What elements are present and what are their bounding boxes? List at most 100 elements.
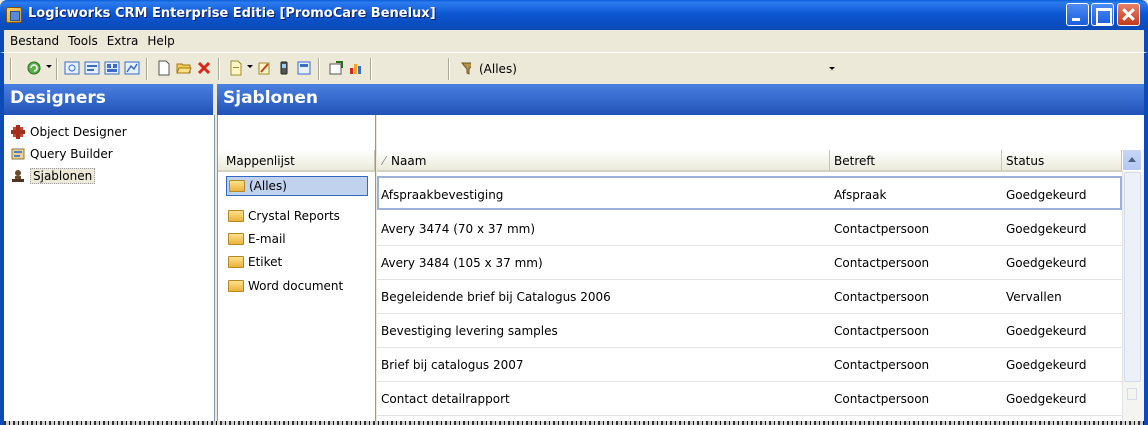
cell-status: Goedgekeurd: [1006, 392, 1087, 406]
chart-icon[interactable]: [348, 60, 364, 76]
designer-item-sjablonen[interactable]: Sjablonen: [10, 167, 96, 185]
folder-icon: [228, 256, 244, 268]
cell-betreft: Contactpersoon: [834, 392, 930, 406]
cell-betreft: Contactpersoon: [834, 358, 930, 372]
scroll-up-arrow-icon[interactable]: [1122, 149, 1142, 171]
table-row[interactable]: Afspraakbevestiging Afspraak Goedgekeurd: [377, 176, 1122, 210]
designers-pane: Object Designer Query Builder Sjablonen: [4, 115, 215, 425]
toolbar-separator: [370, 58, 372, 80]
cell-naam: Afspraakbevestiging: [381, 188, 504, 202]
maximize-button[interactable]: [1091, 3, 1114, 26]
folder-item-label: Word document: [248, 279, 344, 293]
menu-bestand[interactable]: Bestand: [6, 34, 63, 48]
window-frame-right: [1144, 84, 1148, 425]
designer-item-query-builder[interactable]: Query Builder: [10, 145, 113, 163]
toolbar-separator: [56, 58, 58, 80]
calculator-icon[interactable]: [296, 60, 312, 76]
folder-list-header[interactable]: Mappenlijst: [218, 150, 375, 172]
cell-naam: Avery 3474 (70 x 37 mm): [381, 222, 536, 236]
cell-status: Goedgekeurd: [1006, 324, 1087, 338]
filter-select-value: (Alles): [479, 62, 517, 76]
toolbar-separator: [146, 58, 148, 80]
menu-extra[interactable]: Extra: [103, 34, 143, 48]
cell-betreft: Contactpersoon: [834, 256, 930, 270]
designer-item-label: Sjablonen: [30, 168, 96, 184]
cell-naam: Brief bij catalogus 2007: [381, 358, 524, 372]
folder-item-label: (Alles): [249, 179, 287, 193]
sjablonen-header: Sjablonen: [217, 84, 1144, 115]
cell-betreft: Contactpersoon: [834, 290, 930, 304]
stamp-icon: [12, 170, 24, 182]
cell-status: Goedgekeurd: [1006, 188, 1087, 202]
menu-tools[interactable]: Tools: [64, 34, 102, 48]
folder-icon: [229, 180, 245, 192]
cell-naam: Begeleidende brief bij Catalogus 2006: [381, 290, 611, 304]
folder-item-label: Etiket: [248, 255, 283, 269]
folder-item-word-document[interactable]: Word document: [228, 276, 343, 296]
bottom-edge: [4, 421, 1144, 425]
query-builder-icon: [11, 148, 25, 160]
folder-icon: [228, 210, 244, 222]
toolbar-separator: [218, 58, 220, 80]
column-header-label: Naam: [391, 154, 427, 168]
delete-icon[interactable]: [196, 60, 212, 76]
toolbar-separator: [318, 58, 320, 80]
cell-naam: Avery 3484 (105 x 37 mm): [381, 256, 543, 270]
column-header-status[interactable]: Status: [1002, 150, 1122, 172]
designer-item-label: Object Designer: [30, 125, 127, 139]
cell-betreft: Contactpersoon: [834, 324, 930, 338]
refresh-icon[interactable]: [26, 60, 42, 76]
toolbar: (Alles): [0, 52, 1148, 84]
minimize-button[interactable]: [1066, 3, 1089, 26]
mobile-icon[interactable]: [276, 60, 292, 76]
menu-help[interactable]: Help: [143, 34, 178, 48]
new-document-icon[interactable]: [156, 60, 172, 76]
cell-status: Goedgekeurd: [1006, 222, 1087, 236]
scrollbar-thumb[interactable]: [1124, 172, 1141, 382]
scrollbar-grip[interactable]: [1127, 388, 1137, 400]
report-icon[interactable]: [124, 60, 140, 76]
view-icon[interactable]: [84, 60, 100, 76]
print-view-icon[interactable]: [104, 60, 120, 76]
folder-item-etiket[interactable]: Etiket: [228, 252, 282, 272]
designer-item-label: Query Builder: [30, 147, 113, 161]
export-icon[interactable]: [328, 60, 344, 76]
designer-item-object-designer[interactable]: Object Designer: [10, 123, 127, 141]
close-button[interactable]: [1117, 3, 1140, 26]
designers-header: Designers: [4, 84, 215, 115]
filter-select[interactable]: (Alles): [471, 59, 843, 79]
folder-item-e-mail[interactable]: E-mail: [228, 229, 286, 249]
table-row[interactable]: Avery 3474 (70 x 37 mm) Contactpersoon G…: [377, 212, 1122, 246]
cell-betreft: Afspraak: [834, 188, 887, 202]
folder-item-label: E-mail: [248, 232, 286, 246]
folder-item-alles[interactable]: (Alles): [226, 176, 368, 196]
app-icon: [6, 7, 22, 23]
cell-status: Goedgekeurd: [1006, 358, 1087, 372]
chevron-down-icon[interactable]: [829, 67, 835, 70]
template-dropdown-arrow[interactable]: [247, 65, 253, 68]
table-row[interactable]: Brief bij catalogus 2007 Contactpersoon …: [377, 348, 1122, 382]
object-designer-icon: [11, 125, 25, 139]
table-row[interactable]: Avery 3484 (105 x 37 mm) Contactpersoon …: [377, 246, 1122, 280]
column-header-betreft[interactable]: Betreft: [830, 150, 1002, 172]
table-row[interactable]: Contact detailrapport Contactpersoon Goe…: [377, 382, 1122, 416]
folder-icon: [228, 280, 244, 292]
folder-icon: [228, 233, 244, 245]
cell-naam: Bevestiging levering samples: [381, 324, 558, 338]
menu-bar: Bestand Tools Extra Help: [0, 30, 1148, 52]
open-folder-icon[interactable]: [176, 60, 192, 76]
window-title: Logicworks CRM Enterprise Editie [PromoC…: [28, 6, 436, 21]
folder-item-crystal-reports[interactable]: Crystal Reports: [228, 206, 340, 226]
cell-naam: Contact detailrapport: [381, 392, 510, 406]
refresh-dropdown-arrow[interactable]: [46, 65, 52, 68]
template-icon[interactable]: [228, 60, 244, 76]
cell-status: Vervallen: [1006, 290, 1062, 304]
edit-icon[interactable]: [256, 60, 272, 76]
column-header-naam[interactable]: ⁄ Naam: [377, 150, 830, 172]
table-row[interactable]: Begeleidende brief bij Catalogus 2006 Co…: [377, 280, 1122, 314]
cell-status: Goedgekeurd: [1006, 256, 1087, 270]
cell-betreft: Contactpersoon: [834, 222, 930, 236]
sort-indicator-icon: ⁄: [383, 154, 386, 168]
table-row[interactable]: Bevestiging levering samples Contactpers…: [377, 314, 1122, 348]
search-icon[interactable]: [64, 60, 80, 76]
